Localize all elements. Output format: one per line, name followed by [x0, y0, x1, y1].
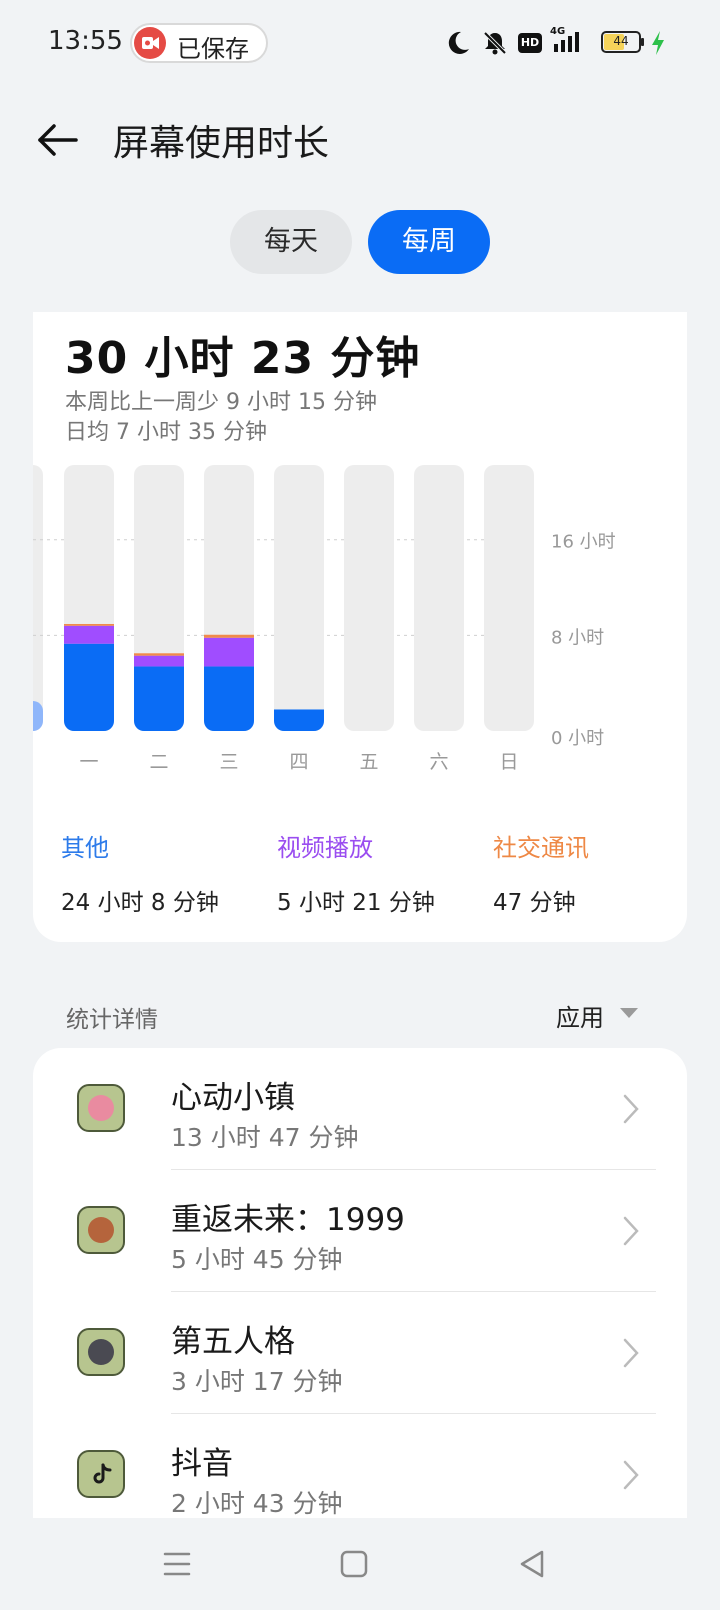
y-tick-label: 0 小时: [551, 728, 604, 749]
app-usage-time: 5 小时 45 分钟: [171, 1245, 343, 1274]
x-tick-label: 二: [149, 751, 168, 773]
x-tick-label: 五: [359, 751, 378, 773]
heartopia-app-icon: [77, 1084, 125, 1132]
app-name: 重返未来：1999: [171, 1202, 405, 1238]
home-square-icon[interactable]: [334, 1544, 374, 1584]
app-usage-time: 2 小时 43 分钟: [171, 1489, 343, 1518]
bar-segment: [64, 623, 114, 626]
bar-track: [414, 465, 464, 731]
legend-item-other: 其他 24 小时 8 分钟: [61, 828, 261, 917]
bar-track: [344, 465, 394, 731]
network-type-label: 4G: [550, 26, 566, 37]
bar-segment: [134, 653, 184, 656]
battery-level: 44: [613, 34, 629, 48]
caret-down-icon: [620, 1008, 638, 1018]
app-usage-time: 3 小时 17 分钟: [171, 1367, 343, 1396]
reverse-1999-app-icon: [77, 1206, 125, 1254]
bar-segment: [204, 637, 254, 667]
chevron-right-icon: [623, 1338, 639, 1368]
bar-segment: [134, 666, 184, 731]
arrow-left-icon[interactable]: [36, 118, 80, 162]
app-name: 抖音: [171, 1446, 233, 1482]
legend-value: 47 分钟: [493, 890, 576, 916]
tab-daily[interactable]: 每天: [230, 210, 352, 274]
app-name: 第五人格: [171, 1324, 295, 1360]
identity-v-app-icon: [77, 1328, 125, 1376]
chevron-right-icon: [623, 1094, 639, 1124]
battery-icon: 44: [601, 31, 644, 53]
x-tick-label: 日: [499, 751, 518, 773]
video-record-icon: [134, 27, 166, 59]
charging-icon: [652, 31, 664, 55]
bar-segment: [204, 634, 254, 638]
back-triangle-icon[interactable]: [512, 1544, 552, 1584]
legend-value: 24 小时 8 分钟: [61, 890, 219, 916]
legend-name: 视频播放: [277, 834, 373, 862]
screen-record-pill[interactable]: 已保存: [130, 23, 268, 63]
x-tick-label: 一: [79, 751, 98, 773]
status-time: 13:55: [48, 26, 123, 56]
tab-weekly[interactable]: 每周: [368, 210, 490, 274]
app-name: 心动小镇: [171, 1080, 295, 1116]
usage-summary-card: 30 小时 23 分钟 本周比上一周少 9 小时 15 分钟 日均 7 小时 3…: [33, 312, 687, 942]
status-bar: 13:55 已保存 HD 4G 44: [0, 0, 720, 86]
x-tick-label: 四: [289, 751, 308, 773]
legend-name: 社交通讯: [493, 834, 589, 862]
previous-week-bar-track: [33, 465, 43, 731]
x-tick-label: 三: [219, 751, 238, 773]
moon-icon: [448, 31, 469, 54]
x-tick-label: 六: [429, 751, 448, 773]
app-row-reverse-1999[interactable]: 重返未来：1999 5 小时 45 分钟: [33, 1170, 687, 1292]
bar-segment: [204, 666, 254, 731]
stats-filter-dropdown[interactable]: 应用: [556, 998, 638, 1032]
system-nav-bar: [0, 1518, 720, 1610]
app-row-heartopia[interactable]: 心动小镇 13 小时 47 分钟: [33, 1048, 687, 1170]
legend-name: 其他: [61, 834, 109, 862]
bar-segment: [274, 709, 324, 731]
weekly-usage-chart[interactable]: 0 小时 8 小时 16 小时一 二 三 四 五 六 日: [33, 312, 687, 812]
bell-muted-icon: [483, 31, 507, 55]
stats-details-label: 统计详情: [66, 1007, 158, 1033]
filter-label: 应用: [556, 1004, 604, 1032]
bar-track: [484, 465, 534, 731]
hd-icon: HD: [518, 33, 542, 53]
legend-value: 5 小时 21 分钟: [277, 890, 435, 916]
legend-item-video: 视频播放 5 小时 21 分钟: [277, 828, 477, 917]
bar-segment: [64, 625, 114, 644]
chevron-right-icon: [623, 1460, 639, 1490]
page-title: 屏幕使用时长: [113, 123, 330, 164]
menu-icon[interactable]: [157, 1544, 197, 1584]
douyin-app-icon: [77, 1450, 125, 1498]
bar-segment: [64, 643, 114, 731]
chevron-right-icon: [623, 1216, 639, 1246]
app-row-douyin[interactable]: 抖音 2 小时 43 分钟: [33, 1414, 687, 1518]
signal-4g-icon: 4G: [550, 26, 590, 56]
legend-item-social: 社交通讯 47 分钟: [493, 828, 693, 917]
bar-track: [274, 465, 324, 731]
app-row-identity-v[interactable]: 第五人格 3 小时 17 分钟: [33, 1292, 687, 1414]
app-usage-time: 13 小时 47 分钟: [171, 1123, 359, 1152]
y-tick-label: 16 小时: [551, 532, 616, 553]
bar-segment: [134, 655, 184, 667]
recording-status-label: 已保存: [177, 35, 249, 63]
app-usage-list: 心动小镇 13 小时 47 分钟 重返未来：1999 5 小时 45 分钟 第五…: [33, 1048, 687, 1518]
y-tick-label: 8 小时: [551, 627, 604, 648]
